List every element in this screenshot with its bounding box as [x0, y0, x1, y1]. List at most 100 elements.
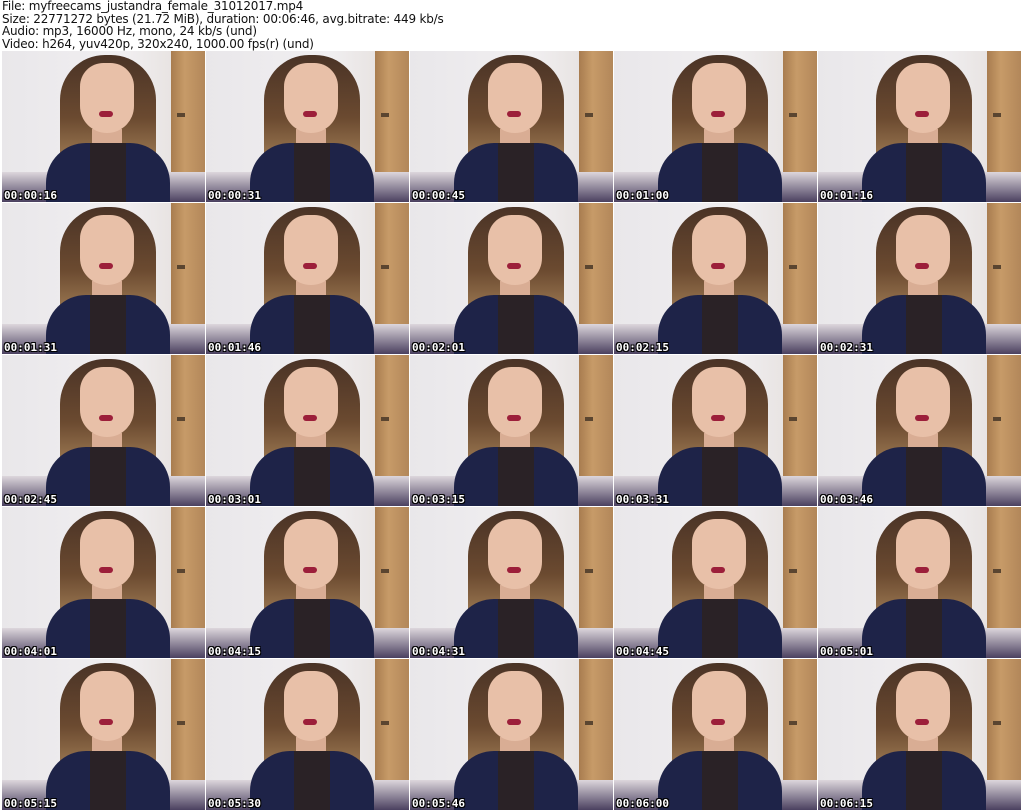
thumbnail-timestamp: 00:05:46: [412, 797, 465, 810]
dress-sheer-panel: [498, 143, 534, 202]
thumbnail-timestamp: 00:00:16: [4, 189, 57, 202]
dress-sheer-panel: [294, 447, 330, 506]
thumbnail-timestamp: 00:01:46: [208, 341, 261, 354]
door-handle: [381, 569, 389, 573]
dress-sheer-panel: [906, 751, 942, 810]
thumbnail-timestamp: 00:01:31: [4, 341, 57, 354]
video-thumbnail: 00:02:45: [2, 355, 205, 506]
dress-sheer-panel: [294, 599, 330, 658]
person-lips: [507, 719, 521, 725]
door-handle: [789, 417, 797, 421]
video-thumbnail: 00:03:15: [410, 355, 613, 506]
person-lips: [99, 415, 113, 421]
dress-sheer-panel: [294, 143, 330, 202]
video-thumbnail: 00:03:01: [206, 355, 409, 506]
dress-sheer-panel: [90, 599, 126, 658]
person-lips: [507, 111, 521, 117]
person-face: [284, 215, 338, 285]
person-face: [80, 519, 134, 589]
video-thumbnail: 00:03:46: [818, 355, 1021, 506]
person-lips: [303, 263, 317, 269]
door-handle: [381, 721, 389, 725]
thumbnail-grid: 00:00:16 00:00:31 00:00:45 00:01:00 00:01:16…: [2, 51, 1021, 810]
door-handle: [177, 417, 185, 421]
person-face: [896, 63, 950, 133]
video-thumbnail: 00:04:15: [206, 507, 409, 658]
video-thumbnail: 00:01:46: [206, 203, 409, 354]
person-face: [284, 367, 338, 437]
audio-info: Audio: mp3, 16000 Hz, mono, 24 kb/s (und…: [2, 24, 257, 38]
person-lips: [711, 415, 725, 421]
door-handle: [789, 721, 797, 725]
person-face: [80, 215, 134, 285]
person-lips: [303, 567, 317, 573]
person-face: [692, 671, 746, 741]
video-thumbnail: 00:05:30: [206, 659, 409, 810]
dress-sheer-panel: [906, 295, 942, 354]
dress-sheer-panel: [702, 599, 738, 658]
person-lips: [915, 567, 929, 573]
dress-sheer-panel: [906, 447, 942, 506]
dress-sheer-panel: [702, 751, 738, 810]
person-lips: [711, 719, 725, 725]
video-thumbnail: 00:01:00: [614, 51, 817, 202]
file-info-header: File: myfreecams_justandra_female_310120…: [2, 0, 444, 50]
video-thumbnail: 00:02:15: [614, 203, 817, 354]
person-lips: [303, 415, 317, 421]
person-face: [80, 63, 134, 133]
video-thumbnail: 00:00:45: [410, 51, 613, 202]
file-name: File: myfreecams_justandra_female_310120…: [2, 0, 304, 13]
person-face: [896, 519, 950, 589]
person-lips: [711, 263, 725, 269]
person-face: [488, 519, 542, 589]
thumbnail-timestamp: 00:05:15: [4, 797, 57, 810]
thumbnail-timestamp: 00:03:01: [208, 493, 261, 506]
person-face: [488, 367, 542, 437]
dress-sheer-panel: [498, 751, 534, 810]
thumbnail-timestamp: 00:02:31: [820, 341, 873, 354]
video-thumbnail: 00:05:46: [410, 659, 613, 810]
person-face: [284, 63, 338, 133]
dress-sheer-panel: [90, 143, 126, 202]
thumbnail-timestamp: 00:03:15: [412, 493, 465, 506]
person-face: [488, 215, 542, 285]
video-thumbnail: 00:01:16: [818, 51, 1021, 202]
door-handle: [381, 265, 389, 269]
dress-sheer-panel: [702, 447, 738, 506]
person-face: [488, 63, 542, 133]
door-handle: [993, 721, 1001, 725]
thumbnail-timestamp: 00:05:30: [208, 797, 261, 810]
video-thumbnail: 00:05:15: [2, 659, 205, 810]
person-lips: [915, 415, 929, 421]
thumbnail-timestamp: 00:06:00: [616, 797, 669, 810]
video-thumbnail: 00:04:45: [614, 507, 817, 658]
door-handle: [585, 265, 593, 269]
person-lips: [507, 415, 521, 421]
thumbnail-timestamp: 00:04:45: [616, 645, 669, 658]
thumbnail-timestamp: 00:02:45: [4, 493, 57, 506]
person-lips: [915, 719, 929, 725]
thumbnail-timestamp: 00:03:46: [820, 493, 873, 506]
door-handle: [789, 265, 797, 269]
door-handle: [381, 417, 389, 421]
video-thumbnail: 00:06:15: [818, 659, 1021, 810]
video-thumbnail: 00:00:16: [2, 51, 205, 202]
thumbnail-timestamp: 00:05:01: [820, 645, 873, 658]
thumbnail-timestamp: 00:02:15: [616, 341, 669, 354]
video-thumbnail: 00:02:31: [818, 203, 1021, 354]
dress-sheer-panel: [294, 295, 330, 354]
thumbnail-timestamp: 00:04:15: [208, 645, 261, 658]
dress-sheer-panel: [498, 447, 534, 506]
thumbnail-timestamp: 00:00:45: [412, 189, 465, 202]
person-face: [488, 671, 542, 741]
thumbnail-timestamp: 00:01:00: [616, 189, 669, 202]
door-handle: [993, 417, 1001, 421]
person-face: [896, 215, 950, 285]
dress-sheer-panel: [498, 295, 534, 354]
video-thumbnail: 00:04:01: [2, 507, 205, 658]
person-lips: [303, 111, 317, 117]
thumbnail-timestamp: 00:04:31: [412, 645, 465, 658]
person-face: [692, 215, 746, 285]
thumbnail-timestamp: 00:04:01: [4, 645, 57, 658]
person-lips: [99, 719, 113, 725]
